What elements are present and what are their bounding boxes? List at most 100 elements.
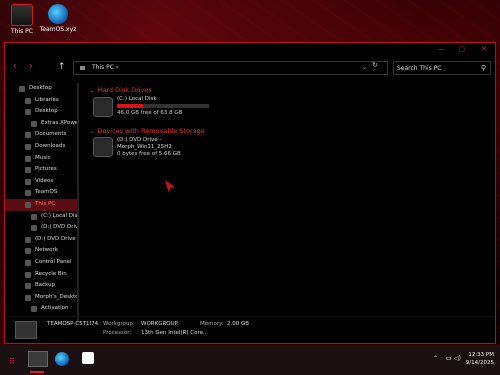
folder-icon bbox=[31, 306, 37, 313]
sidebar-item[interactable]: (D:) DVD Drive bbox=[5, 222, 79, 234]
sidebar-item[interactable]: TeamOS bbox=[5, 187, 79, 199]
folder-icon bbox=[25, 143, 31, 150]
folder-icon bbox=[31, 225, 37, 232]
folder-icon bbox=[25, 97, 31, 104]
search-box[interactable]: ⚲ bbox=[393, 61, 491, 75]
system-clock[interactable]: 12:33 PM 9/14/2025 bbox=[466, 351, 494, 367]
address-bar[interactable]: This PC › ⌄ bbox=[73, 61, 388, 75]
sidebar-item[interactable]: Documents bbox=[5, 129, 79, 141]
sidebar-item[interactable]: This PC bbox=[5, 198, 79, 211]
folder-icon bbox=[19, 86, 25, 92]
network-icon[interactable]: ▭ bbox=[446, 355, 452, 362]
folder-icon bbox=[25, 236, 31, 243]
drive-free-space: 46.0 GB free of 63.8 GB bbox=[117, 110, 183, 116]
folder-icon bbox=[25, 167, 31, 174]
group-header-removable[interactable]: ⌄ Devices with Removable Storage bbox=[89, 126, 495, 137]
drive-free-space: 0 bytes free of 5.66 GB bbox=[117, 151, 181, 157]
navigation-bar: ‹ › ↑ This PC › ⌄ ↻ ⚲ bbox=[5, 59, 495, 77]
content-pane: ⌄ Hard Disk Drives (C:) Local Disk 46.0 G… bbox=[89, 85, 495, 161]
sidebar-item[interactable]: Control Panel bbox=[5, 257, 79, 269]
chevron-down-icon: ⌄ bbox=[89, 86, 95, 94]
folder-icon bbox=[25, 132, 31, 139]
forward-button[interactable]: › bbox=[29, 62, 33, 72]
group-header-hdd[interactable]: ⌄ Hard Disk Drives bbox=[89, 85, 495, 96]
sidebar-item[interactable]: (C:) Local Disk bbox=[5, 211, 79, 223]
desktop-icon-teamos[interactable]: TeamOS.xyz bbox=[38, 4, 78, 33]
scrollbar[interactable] bbox=[77, 83, 79, 323]
maximize-button[interactable]: ▢ bbox=[458, 45, 465, 53]
breadcrumb[interactable]: This PC › bbox=[92, 62, 118, 74]
sidebar-item[interactable]: Videos bbox=[5, 176, 79, 188]
details-pane: TEAMOSP-C5T1I74 Workgroup: WORKGROUP Mem… bbox=[5, 316, 495, 343]
edge-icon[interactable] bbox=[55, 352, 69, 366]
drive-d[interactable]: (D:) DVD Drive - Morph_Win11_25H2 0 byte… bbox=[89, 137, 495, 161]
processor-label: Processor: bbox=[103, 330, 132, 336]
start-menu-icon[interactable]: ⠿ bbox=[9, 357, 15, 366]
sidebar-item[interactable]: Network bbox=[5, 245, 79, 257]
sidebar-item[interactable]: Extras.XPowerT bbox=[5, 118, 79, 130]
sidebar-item[interactable]: Morph's_Deskto bbox=[5, 292, 79, 304]
tray-overflow-icon[interactable]: ⌃ bbox=[433, 355, 438, 362]
sidebar-item-label: Recycle Bin bbox=[35, 270, 67, 277]
sidebar-item[interactable]: Libraries bbox=[5, 95, 79, 107]
sidebar-item[interactable]: Desktop bbox=[5, 83, 79, 95]
memory-label: Memory: bbox=[200, 321, 224, 327]
search-icon[interactable]: ⚲ bbox=[481, 64, 486, 72]
chevron-down-icon[interactable]: ⌄ bbox=[362, 62, 367, 74]
clock-date: 9/14/2025 bbox=[465, 360, 494, 366]
sidebar-item-label: Backup bbox=[35, 282, 56, 289]
file-explorer-icon[interactable] bbox=[28, 351, 48, 367]
pc-icon bbox=[80, 66, 85, 70]
sidebar-item[interactable]: Music bbox=[5, 153, 79, 165]
folder-icon bbox=[25, 155, 31, 162]
folder-icon bbox=[25, 248, 31, 255]
taskbar: ⠿ ⌃ ▭ ◁) 12:33 PM 9/14/2025 bbox=[0, 344, 500, 375]
sidebar-item[interactable]: Downloads bbox=[5, 141, 79, 153]
sidebar-item[interactable]: (D:) DVD Drive - bbox=[5, 234, 79, 246]
folder-icon bbox=[31, 120, 37, 127]
navigation-pane: Desktop Libraries Desktop Extras.XPowerT Doc… bbox=[5, 83, 79, 323]
sidebar-item-label: Desktop bbox=[35, 108, 58, 115]
workgroup-value: WORKGROUP bbox=[141, 321, 178, 327]
volume-icon[interactable]: ◁) bbox=[454, 355, 461, 362]
sidebar-item-label: This PC bbox=[35, 200, 56, 207]
folder-icon bbox=[25, 259, 31, 266]
sidebar-item-label: Network bbox=[35, 247, 58, 254]
disk-usage-bar bbox=[117, 104, 209, 108]
sidebar-item[interactable]: Recycle Bin bbox=[5, 269, 79, 281]
folder-icon bbox=[25, 271, 31, 278]
desktop-icon-this-pc[interactable]: This PC bbox=[2, 4, 42, 35]
sidebar-item[interactable]: Pictures bbox=[5, 164, 79, 176]
drive-name: (C:) Local Disk bbox=[117, 96, 157, 102]
back-button[interactable]: ‹ bbox=[13, 62, 17, 72]
hard-disk-icon bbox=[93, 97, 113, 117]
sidebar-item[interactable]: Desktop bbox=[5, 106, 79, 118]
desktop-icon-label: This PC bbox=[11, 28, 33, 35]
title-bar[interactable]: — ▢ ✕ bbox=[5, 43, 495, 57]
dvd-drive-icon bbox=[93, 137, 113, 157]
drive-name: (D:) DVD Drive - Morph_Win11_25H2 bbox=[117, 137, 172, 150]
drive-c[interactable]: (C:) Local Disk 46.0 GB free of 63.8 GB bbox=[89, 96, 495, 126]
file-explorer-window: — ▢ ✕ ‹ › ↑ This PC › ⌄ ↻ ⚲ Desktop Libra… bbox=[4, 42, 496, 344]
sidebar-item-label: Music bbox=[35, 154, 51, 161]
sidebar-item-label: Extras.XPowerT bbox=[41, 119, 79, 126]
refresh-icon[interactable]: ↻ bbox=[372, 61, 378, 69]
clock-time: 12:33 PM bbox=[468, 352, 494, 358]
sidebar-item-label: Downloads bbox=[35, 142, 66, 149]
memory-value: 2.00 GB bbox=[227, 321, 250, 327]
sidebar-item[interactable]: Activation bbox=[5, 303, 79, 315]
up-arrow-icon[interactable]: ↑ bbox=[58, 62, 66, 72]
close-button[interactable]: ✕ bbox=[481, 45, 487, 53]
sidebar-item-label: Desktop bbox=[29, 85, 52, 91]
sidebar-item[interactable]: Backup bbox=[5, 280, 79, 292]
store-icon[interactable] bbox=[82, 352, 94, 364]
workgroup-label: Workgroup: bbox=[103, 321, 135, 327]
folder-icon bbox=[25, 190, 31, 197]
minimize-button[interactable]: — bbox=[438, 45, 445, 53]
sidebar-item-label: Control Panel bbox=[35, 258, 72, 265]
folder-icon bbox=[25, 178, 31, 185]
search-input[interactable] bbox=[397, 63, 477, 73]
folder-icon bbox=[25, 294, 31, 301]
disk-usage-fill bbox=[117, 104, 143, 108]
active-indicator bbox=[30, 371, 44, 373]
